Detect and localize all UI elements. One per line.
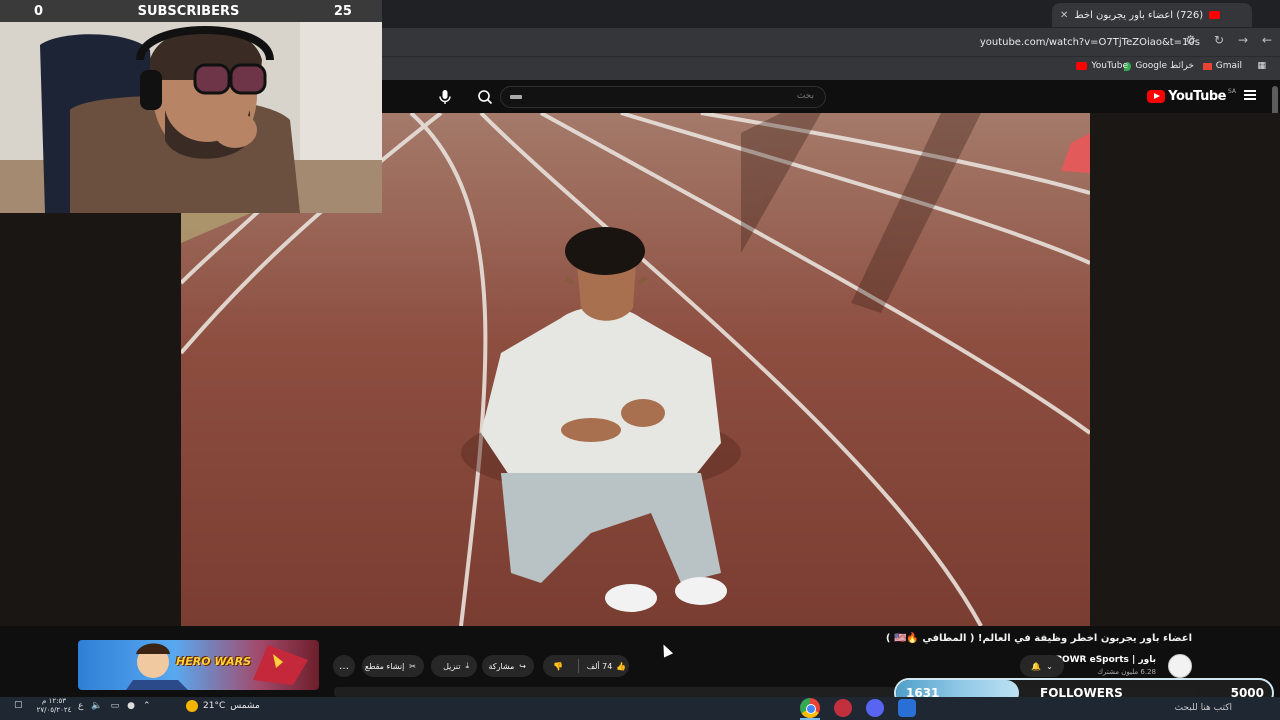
windows-search-box[interactable]: اكتب هنا للبحث: [1020, 699, 1240, 717]
channel-subscriber-count: 6.28 مليون مشترك: [1097, 668, 1156, 676]
youtube-play-icon: [1147, 90, 1166, 103]
ad-game-logo: HERO WARS: [176, 655, 252, 668]
clock-time: ١٢:٥٣ م: [42, 697, 66, 705]
search-input[interactable]: [500, 86, 826, 108]
scissors-icon: ✂: [409, 661, 416, 671]
youtube-wordmark: YouTube: [1168, 89, 1226, 104]
bookmark-label: Google خرائط: [1135, 61, 1194, 71]
search-placeholder: بحث: [796, 91, 814, 101]
video-title: اعضاء باور يجربون اخطر وظيفة في العالم! …: [885, 633, 1192, 644]
like-count: 74 ألف: [586, 661, 613, 671]
chevron-down-icon: ⌄: [1046, 661, 1053, 671]
clip-button[interactable]: ✂ إنشاء مقطع: [362, 655, 424, 677]
download-label: تنزيل: [443, 661, 461, 671]
volume-icon[interactable]: 🔈: [91, 701, 102, 711]
network-icon[interactable]: ▭: [111, 701, 120, 711]
browser-tab[interactable]: (726) اعضاء باور يجربون اخط ✕: [1052, 3, 1252, 27]
bookmark-youtube[interactable]: YouTube: [1076, 61, 1128, 71]
site-settings-icon[interactable]: ⚙: [1185, 33, 1196, 47]
more-icon: …: [339, 660, 349, 672]
tab-title: (726) اعضاء باور يجربون اخط: [1074, 9, 1204, 21]
bookmark-maps[interactable]: Google خرائط: [1124, 61, 1194, 71]
clip-label: إنشاء مقطع: [364, 661, 405, 671]
dislike-button[interactable]: 👎: [543, 655, 573, 677]
video-side-shadow-right: [1090, 113, 1280, 626]
subscribers-current: 0: [34, 3, 44, 19]
youtube-icon: [1076, 62, 1088, 70]
youtube-favicon-icon: [1209, 11, 1221, 19]
divider: [578, 659, 579, 673]
download-button[interactable]: ⤓ تنزيل: [431, 655, 477, 677]
taskbar-clock[interactable]: ١٢:٥٣ م ٢٧/٠٥/٢٠٢٤: [36, 697, 72, 715]
windows-search-placeholder: اكتب هنا للبحث: [1174, 703, 1232, 713]
forward-icon[interactable]: →: [1238, 33, 1248, 47]
mic-tray-icon[interactable]: ●: [127, 701, 135, 711]
language-indicator[interactable]: ع: [78, 701, 83, 711]
more-actions-button[interactable]: …: [333, 655, 355, 677]
share-button[interactable]: ↪ مشاركة: [482, 655, 534, 677]
weather-label: مشمس: [230, 701, 260, 711]
apps-icon[interactable]: ▦: [1257, 61, 1266, 71]
webcam-overlay: [0, 0, 382, 213]
bell-icon: 🔔: [1031, 661, 1042, 671]
tray-icons: ع 🔈 ▭ ● ⌃: [78, 701, 151, 711]
microphone-icon[interactable]: [436, 88, 454, 106]
channel-name[interactable]: باور | POWR eSports: [1055, 655, 1156, 665]
notification-icon[interactable]: ▢: [14, 700, 23, 710]
subscribers-label: SUBSCRIBERS: [137, 3, 240, 19]
followers-current: 1631: [906, 686, 940, 700]
address-bar[interactable]: youtube.com/watch?v=O7TjTeZOiao&t=10s: [300, 33, 1200, 51]
temperature: 21°C: [203, 701, 226, 711]
youtube-logo[interactable]: YouTube: [1147, 89, 1226, 104]
notification-bell-button[interactable]: ⌄ 🔔: [1020, 655, 1064, 677]
download-icon: ⤓: [465, 661, 469, 670]
system-tray: ▢: [14, 700, 23, 710]
streamer-webcam-image: [0, 0, 382, 213]
video-side-shadow-left: [0, 213, 181, 626]
reload-icon[interactable]: ↻: [1214, 33, 1224, 47]
search-icon[interactable]: [476, 88, 494, 106]
search-text-cursor: [510, 95, 522, 99]
thumbs-down-icon: 👎: [553, 661, 563, 671]
app-icon-red[interactable]: [834, 699, 852, 717]
channel-avatar[interactable]: [1168, 654, 1192, 678]
back-icon[interactable]: ←: [1262, 33, 1272, 47]
chrome-taskbar-icon[interactable]: [800, 698, 820, 718]
bookmark-gmail[interactable]: Gmail: [1202, 61, 1242, 71]
thumbs-up-icon: 👍: [616, 661, 627, 671]
url-text: youtube.com/watch?v=O7TjTeZOiao&t=10s: [979, 36, 1200, 48]
subscribers-goal: 25: [333, 3, 352, 19]
app-icon-blue[interactable]: [898, 699, 916, 717]
bookmark-label: YouTube: [1091, 61, 1128, 71]
like-dislike-group: 👍 74 ألف 👎: [543, 655, 629, 677]
close-tab-icon[interactable]: ✕: [1060, 10, 1068, 21]
hamburger-menu-icon[interactable]: [1244, 90, 1256, 100]
clock-date: ٢٧/٠٥/٢٠٢٤: [36, 706, 72, 714]
bookmark-label: Gmail: [1215, 61, 1242, 71]
subscriber-goal-bar: 0 SUBSCRIBERS 25: [0, 0, 382, 22]
mouse-cursor: [658, 642, 674, 658]
share-label: مشاركة: [488, 661, 515, 671]
like-button[interactable]: 👍 74 ألف: [584, 655, 629, 677]
sun-icon: [186, 700, 198, 712]
gmail-icon: [1202, 62, 1212, 70]
app-icon-discord[interactable]: [866, 699, 884, 717]
chevron-up-icon[interactable]: ⌃: [143, 701, 151, 711]
share-arrow-icon: ↪: [519, 661, 526, 671]
region-code: SA: [1227, 88, 1236, 95]
weather-widget[interactable]: 21°C مشمس: [186, 700, 260, 712]
